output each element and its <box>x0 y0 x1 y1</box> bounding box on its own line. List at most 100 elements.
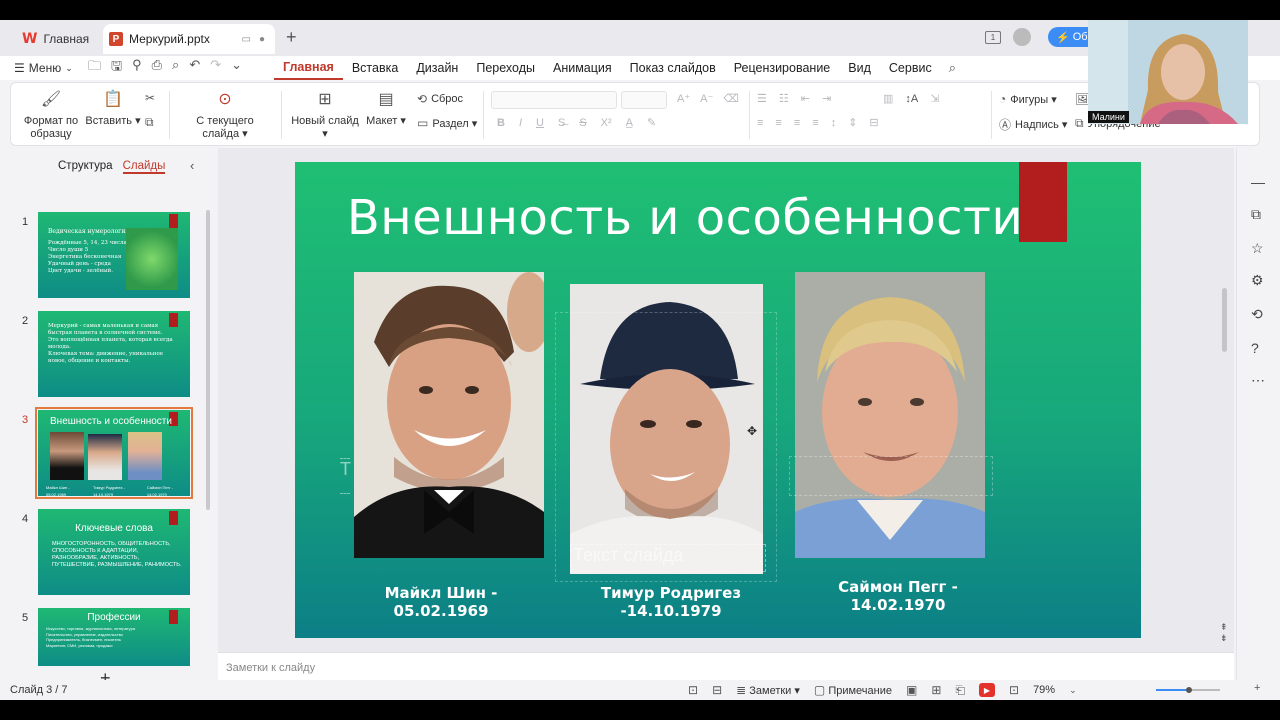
window-icon[interactable]: ▭ <box>242 34 251 45</box>
minus-icon[interactable]: — <box>1251 174 1265 190</box>
main-menu-button[interactable]: ☰ Меню ⌄ <box>0 61 82 75</box>
redo-icon[interactable]: ↷ <box>210 57 221 79</box>
highlight-icon[interactable]: ✎ <box>647 116 656 129</box>
tab-home[interactable]: Главная <box>274 56 343 80</box>
slide-title[interactable]: Внешность и особенности <box>295 190 1075 246</box>
clear-format-icon[interactable]: ⌫ <box>723 92 739 105</box>
tab-slideshow[interactable]: Показ слайдов <box>621 56 725 80</box>
share-icon[interactable]: ⚲ <box>132 57 142 79</box>
align-text-icon[interactable]: ⇲ <box>930 92 939 105</box>
decrease-font-icon[interactable]: A⁻ <box>700 92 713 105</box>
tab-transitions[interactable]: Переходы <box>467 56 544 80</box>
cut-button[interactable]: ✂ <box>145 91 155 105</box>
strikethrough-icon[interactable]: S <box>579 117 586 129</box>
indent-icon[interactable]: ⇥ <box>822 92 831 105</box>
preview-icon[interactable]: ⌕ <box>172 57 179 79</box>
layout-button[interactable]: ▤ Макет ▾ <box>365 92 407 128</box>
shapes-button[interactable]: ◔ Фигуры ▾ <box>999 92 1057 106</box>
slide-thumbnail-2[interactable]: 2 Меркурий - самая маленькая и самая быс… <box>0 311 200 401</box>
notes-toggle-icon[interactable]: ⊡ <box>688 683 698 697</box>
undo-icon[interactable]: ↶ <box>189 57 200 79</box>
text-placeholder-right[interactable] <box>789 456 993 496</box>
tab-review[interactable]: Рецензирование <box>725 56 840 80</box>
caption-simon-pegg[interactable]: Саймон Пегг - 14.02.1970 <box>791 578 1005 614</box>
slide-sorter-icon[interactable]: ⊞ <box>931 683 941 697</box>
notes-menu-button[interactable]: ≣ Заметки ▾ <box>736 683 800 697</box>
tab-outline[interactable]: Структура <box>58 160 113 174</box>
photo-simon-pegg[interactable] <box>795 272 985 558</box>
align-center-icon[interactable]: ≡ <box>775 117 781 129</box>
tab-view[interactable]: Вид <box>839 56 880 80</box>
reading-icon[interactable]: ⊟ <box>712 683 722 697</box>
new-slide-button[interactable]: ⊞ Новый слайд ▾ <box>291 92 359 141</box>
history-icon[interactable]: ⟲ <box>1251 306 1263 323</box>
increase-font-icon[interactable]: A⁺ <box>677 92 690 105</box>
vertical-align-icon[interactable]: ⊟ <box>869 116 878 129</box>
account-avatar-icon[interactable] <box>1013 28 1031 46</box>
zoom-slider-handle[interactable] <box>1186 687 1192 693</box>
font-family-select[interactable] <box>491 91 617 109</box>
more-chevron-icon[interactable]: ⌄ <box>231 57 242 79</box>
help-icon[interactable]: ? <box>1251 340 1259 356</box>
notes-field[interactable]: Заметки к слайду <box>218 652 1234 682</box>
zoom-level[interactable]: 79% <box>1033 684 1055 696</box>
zoom-dropdown-icon[interactable]: ⌄ <box>1069 685 1077 696</box>
font-size-select[interactable] <box>621 91 667 109</box>
align-right-icon[interactable]: ≡ <box>794 117 800 129</box>
line-spacing-icon[interactable]: ↕ <box>831 117 837 129</box>
collapse-pane-icon[interactable]: ‹ <box>190 158 194 173</box>
numbering-icon[interactable]: ☷ <box>779 92 789 105</box>
current-slide[interactable]: Внешность и особенности Т Текст слайда М… <box>295 162 1141 638</box>
text-placeholder[interactable]: Текст слайда <box>570 544 766 572</box>
tab-design[interactable]: Дизайн <box>407 56 467 80</box>
paste-button[interactable]: 📋 Вставить ▾ <box>85 92 141 128</box>
slide-thumbnail-4[interactable]: 4 Ключевые слова МНОГОСТОРОННОСТЬ, ОБЩИТ… <box>0 509 200 599</box>
align-left-icon[interactable]: ≡ <box>757 117 763 129</box>
columns-icon[interactable]: ▥ <box>883 92 893 105</box>
canvas-scrollbar[interactable] <box>1222 288 1227 352</box>
bold-icon[interactable]: B <box>497 117 505 129</box>
normal-view-icon[interactable]: ▣ <box>906 683 917 697</box>
print-icon[interactable]: ⎙ <box>152 57 162 79</box>
font-color-icon[interactable]: A̲ <box>626 117 633 129</box>
bullets-icon[interactable]: ☰ <box>757 92 767 105</box>
tab-slides[interactable]: Слайды <box>122 160 166 174</box>
new-tab-button[interactable]: + <box>286 27 297 48</box>
zoom-in-icon[interactable]: + <box>1254 682 1260 694</box>
strike-icon[interactable]: S̶ <box>558 117 565 129</box>
underline-icon[interactable]: U <box>536 117 544 129</box>
text-placeholder-left[interactable]: Т <box>340 458 351 494</box>
comment-button[interactable]: ▢ Примечание <box>814 683 892 697</box>
search-icon[interactable]: ⌕ <box>949 60 956 76</box>
page-nav-arrows[interactable]: ⇞ ⇟ <box>1220 622 1228 644</box>
tab-animation[interactable]: Анимация <box>544 56 621 80</box>
caption-michael-sheen[interactable]: Майкл Шин - 05.02.1969 <box>335 584 547 620</box>
slide-thumbnail-3[interactable]: 3 Внешность и особенности Майкл Шин - 05… <box>0 407 200 500</box>
save-icon[interactable]: 🖫 <box>111 57 122 79</box>
format-painter-button[interactable]: 🖌 Формат по образцу <box>21 92 81 141</box>
copy-button[interactable]: ⧉ <box>145 115 154 130</box>
outdent-icon[interactable]: ⇤ <box>801 92 810 105</box>
italic-icon[interactable]: I <box>519 117 522 129</box>
text-direction-icon[interactable]: ↕A <box>905 93 918 105</box>
slideshow-play-icon[interactable]: ▶ <box>979 683 995 697</box>
document-tab[interactable]: P Меркурий.pptx ▭ ● <box>103 24 275 54</box>
star-icon[interactable]: ☆ <box>1251 240 1264 257</box>
superscript-icon[interactable]: X² <box>601 117 612 129</box>
paragraph-spacing-icon[interactable]: ⇕ <box>848 116 857 129</box>
from-current-slide-button[interactable]: ⊙ С текущего слайда ▾ <box>177 92 273 141</box>
sliders-icon[interactable]: ⚙ <box>1251 272 1264 289</box>
home-app-tab[interactable]: W Главная <box>4 26 100 52</box>
reset-button[interactable]: ⟲ Сброс <box>417 92 463 106</box>
thumbnails-scrollbar[interactable] <box>206 210 210 510</box>
section-button[interactable]: ▭ Раздел ▾ <box>417 116 477 130</box>
fit-window-icon[interactable]: ⊡ <box>1009 683 1019 697</box>
tab-insert[interactable]: Вставка <box>343 56 407 80</box>
textbox-button[interactable]: Ⓐ Надпись ▾ <box>999 116 1067 133</box>
more-icon[interactable]: ⋯ <box>1251 372 1265 389</box>
photo-michael-sheen[interactable] <box>354 272 544 558</box>
workspace-icon[interactable]: 1 <box>985 30 1001 44</box>
slide-thumbnail-1[interactable]: 1 Ведическая нумерология Рождённые 5, 14… <box>0 212 200 302</box>
justify-icon[interactable]: ≡ <box>812 117 818 129</box>
caption-timur-rodriguez[interactable]: Тимур Родригез -14.10.1979 <box>557 584 785 620</box>
